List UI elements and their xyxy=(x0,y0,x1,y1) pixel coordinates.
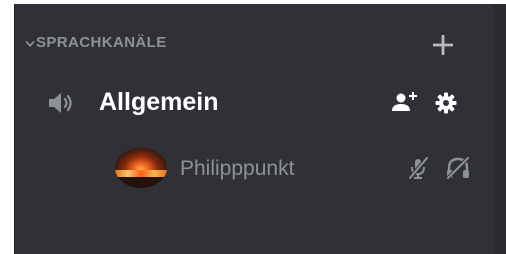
gear-icon[interactable] xyxy=(435,92,457,114)
invite-user-icon[interactable] xyxy=(391,90,419,114)
mic-muted-icon xyxy=(407,156,429,180)
headphones-deafened-icon xyxy=(445,156,471,180)
channel-name: Allgemein xyxy=(99,88,219,116)
chevron-down-icon[interactable] xyxy=(25,39,35,49)
speaker-icon xyxy=(47,91,81,115)
voice-username: Philipppunkt xyxy=(180,157,295,180)
voice-user-row[interactable]: Philipppunkt xyxy=(115,146,483,190)
channel-sidebar: SPRACHKANÄLE Allgemein Philipppunkt xyxy=(14,4,494,254)
category-title: SPRACHKANÄLE xyxy=(36,34,167,51)
voice-category-header[interactable]: SPRACHKANÄLE xyxy=(15,26,495,62)
scrollbar-track xyxy=(494,4,506,254)
voice-channel-allgemein[interactable]: Allgemein xyxy=(37,80,483,124)
plus-icon[interactable] xyxy=(431,33,455,57)
avatar xyxy=(115,148,167,188)
